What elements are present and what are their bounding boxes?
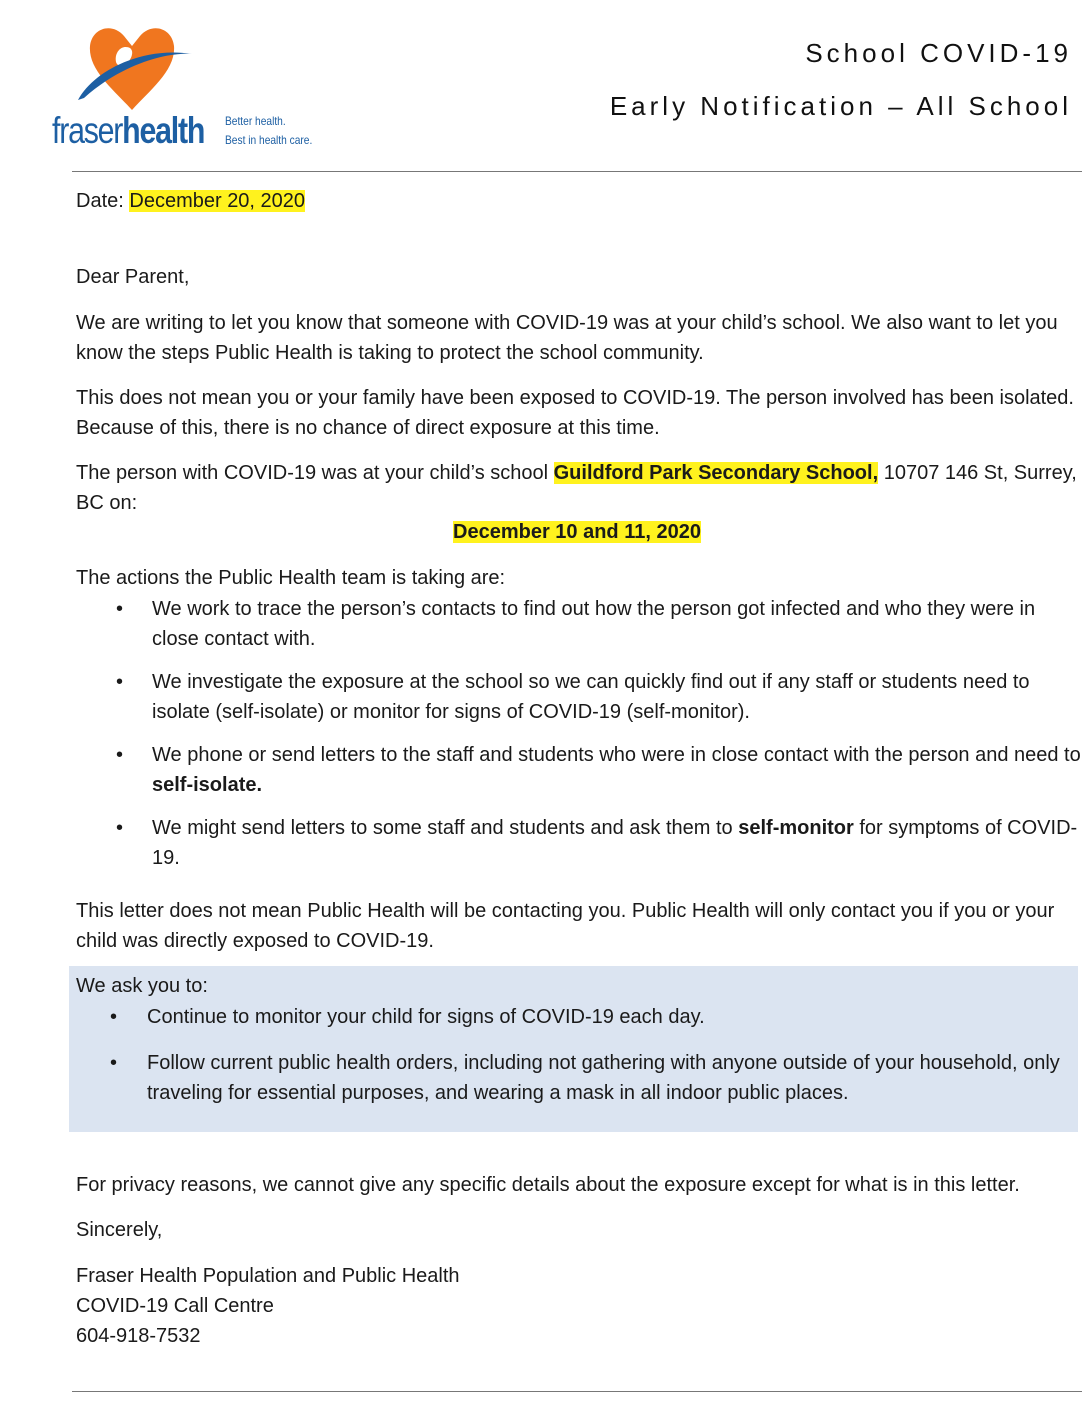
letter-title: School COVID-19 Early Notification – All… bbox=[609, 38, 1072, 121]
date-value: December 20, 2020 bbox=[129, 190, 306, 212]
action-item: • We might send letters to some staff and… bbox=[116, 817, 1078, 869]
signature-block: Fraser Health Population and Public Heal… bbox=[76, 1261, 1078, 1351]
paragraph-exposure: This does not mean you or your family ha… bbox=[76, 387, 1074, 439]
paragraph-contact: This letter does not mean Public Health … bbox=[76, 900, 1055, 952]
ask-box: We ask you to: • Continue to monitor your… bbox=[69, 966, 1078, 1132]
heart-swoosh-icon bbox=[78, 28, 192, 110]
brand-tagline: Better health. Best in health care. bbox=[225, 114, 313, 147]
footer-divider bbox=[72, 1391, 1082, 1392]
signature-org: Fraser Health Population and Public Heal… bbox=[76, 1265, 460, 1287]
action-item: • We work to trace the person’s contacts … bbox=[116, 598, 1036, 650]
ask-item: • Continue to monitor your child for sign… bbox=[110, 1006, 705, 1028]
letter-date: Date: December 20, 2020 bbox=[76, 190, 306, 212]
school-name: Guildford Park Secondary School, bbox=[553, 462, 879, 484]
action-item: • We phone or send letters to the staff a… bbox=[116, 744, 1081, 796]
brand-name: fraserhealth bbox=[52, 110, 205, 151]
exposure-dates-line: December 10 and 11, 2020 bbox=[76, 517, 1078, 547]
asks-list: • Continue to monitor your child for sign… bbox=[76, 1002, 1076, 1124]
header-divider bbox=[72, 171, 1082, 172]
closing: Sincerely, bbox=[76, 1219, 163, 1241]
action-item: • We investigate the exposure at the scho… bbox=[116, 671, 1030, 723]
privacy-note: For privacy reasons, we cannot give any … bbox=[76, 1174, 1020, 1196]
greeting: Dear Parent, bbox=[76, 266, 190, 288]
exposure-dates: December 10 and 11, 2020 bbox=[453, 521, 701, 543]
paragraph-intro: We are writing to let you know that some… bbox=[76, 312, 1058, 364]
ask-title: We ask you to: bbox=[76, 975, 208, 997]
actions-intro: The actions the Public Health team is ta… bbox=[76, 567, 506, 589]
fraser-health-logo: fraserhealth Better health. Best in heal… bbox=[52, 14, 342, 154]
signature-dept: COVID-19 Call Centre bbox=[76, 1295, 274, 1317]
signature-phone: 604-918-7532 bbox=[76, 1325, 201, 1347]
paragraph-location: The person with COVID-19 was at your chi… bbox=[76, 462, 1077, 514]
ask-item: • Follow current public health orders, in… bbox=[110, 1052, 1060, 1104]
actions-list: • We work to trace the person’s contacts … bbox=[76, 594, 1081, 886]
